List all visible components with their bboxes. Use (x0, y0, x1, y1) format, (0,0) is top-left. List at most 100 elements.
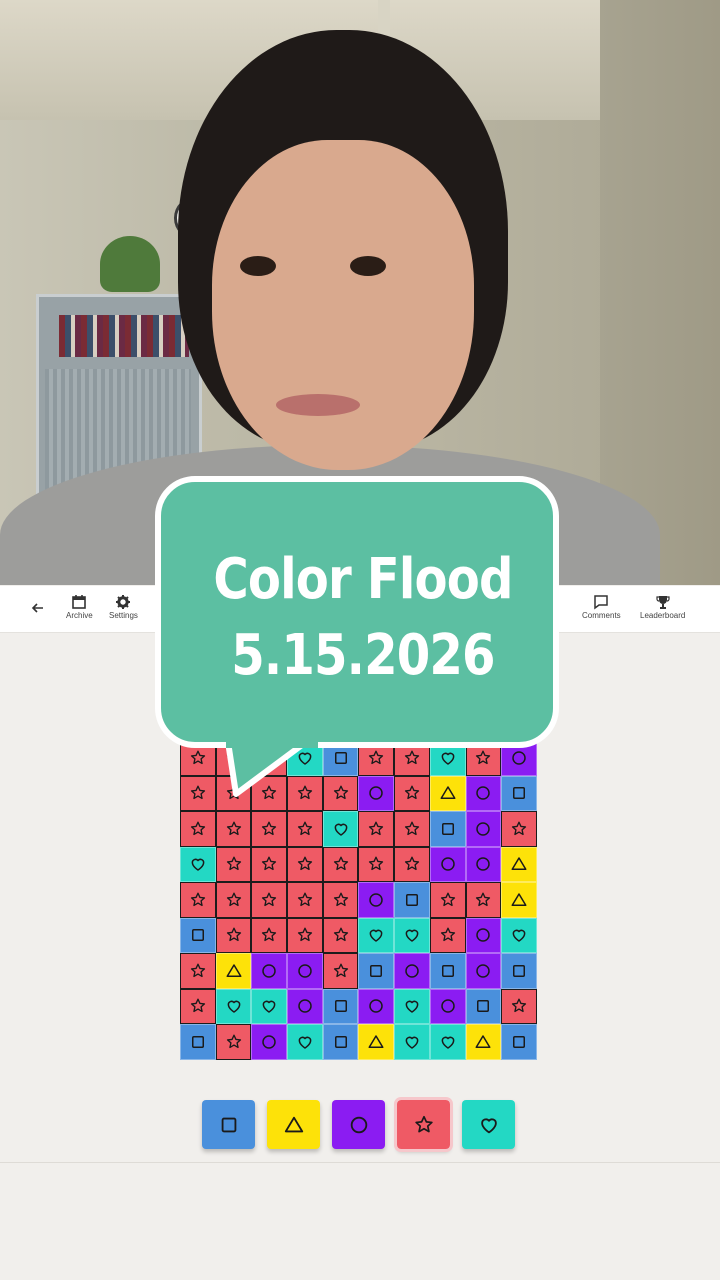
star-icon (262, 892, 277, 906)
palette-button-red[interactable] (394, 1097, 453, 1152)
gear-icon (116, 595, 131, 609)
star-icon (262, 821, 277, 835)
star-icon (511, 821, 527, 835)
game-title: Color Flood (213, 547, 513, 612)
board-cell-teal (358, 917, 395, 953)
circle-icon (350, 1116, 367, 1133)
board-cell-red (287, 882, 323, 918)
square-icon (405, 893, 418, 906)
archive-label: Archive (66, 611, 93, 620)
board-cell-red (322, 775, 359, 811)
board-cell-red (251, 917, 288, 953)
board-cell-red (180, 882, 216, 918)
board-row (180, 1024, 537, 1060)
board-cell-red (322, 917, 359, 953)
circle-icon (369, 893, 384, 907)
star-icon (333, 856, 348, 871)
board-cell-red (215, 811, 252, 847)
star-icon (297, 892, 313, 906)
triangle-icon (368, 1035, 384, 1048)
back-button[interactable] (30, 600, 46, 616)
board-cell-red (215, 846, 252, 882)
circle-icon (476, 928, 491, 942)
star-icon (190, 998, 205, 1013)
heart-icon (405, 1000, 419, 1013)
board-cell-blue (180, 1024, 216, 1060)
heart-icon (227, 1000, 240, 1013)
star-icon (404, 856, 420, 871)
heart-icon (262, 1000, 276, 1013)
heart-icon (405, 1036, 419, 1049)
star-icon (440, 927, 455, 942)
star-icon (190, 892, 205, 906)
comments-button[interactable]: Comments (582, 594, 621, 621)
square-icon (191, 1035, 204, 1048)
board-cell-red (394, 811, 430, 847)
board-cell-red (501, 811, 537, 847)
board-cell-red (251, 811, 288, 847)
board-cell-red (180, 811, 216, 847)
triangle-icon (475, 1035, 491, 1048)
star-icon (404, 821, 420, 835)
leaderboard-button[interactable]: Leaderboard (640, 594, 685, 621)
palette-button-yellow[interactable] (267, 1100, 320, 1149)
board-cell-purple (251, 1024, 288, 1060)
board-cell-blue (429, 811, 466, 847)
board-cell-teal (394, 917, 430, 953)
arrow-left-icon (31, 603, 43, 613)
star-icon (190, 785, 205, 800)
board-cell-purple (429, 846, 466, 882)
circle-icon (298, 964, 312, 978)
board-cell-teal (429, 1024, 466, 1060)
square-icon (513, 964, 526, 977)
comments-label: Comments (582, 611, 621, 620)
heart-icon (441, 1036, 455, 1049)
circle-icon (440, 857, 455, 871)
star-icon (190, 963, 205, 977)
board-cell-yellow (429, 775, 466, 811)
board-cell-red (180, 988, 216, 1024)
star-icon (369, 821, 384, 835)
board-cell-red (287, 846, 323, 882)
board-cell-red (501, 988, 537, 1024)
board-row (180, 882, 537, 918)
board-cell-yellow (501, 846, 537, 882)
calendar-icon (72, 595, 87, 609)
board-cell-purple (358, 988, 395, 1024)
board-cell-red (322, 953, 359, 989)
star-icon (226, 892, 241, 906)
game-date: 5.15.2026 (231, 623, 495, 688)
star-icon (404, 785, 420, 800)
palette-button-teal[interactable] (462, 1100, 515, 1149)
board-cell-red (215, 917, 252, 953)
board-cell-teal (215, 988, 252, 1024)
board-cell-purple (251, 953, 288, 989)
palette-button-blue[interactable] (202, 1100, 255, 1149)
heart-icon (191, 858, 205, 871)
archive-button[interactable]: Archive (66, 594, 93, 621)
board-cell-red (429, 917, 466, 953)
palette-button-purple[interactable] (332, 1100, 385, 1149)
square-icon (370, 964, 383, 977)
board-cell-red (287, 917, 323, 953)
star-icon (333, 785, 348, 800)
circle-icon (476, 822, 491, 836)
star-icon (226, 927, 241, 942)
board-cell-purple (394, 953, 430, 989)
settings-button[interactable]: Settings (109, 594, 138, 621)
square-icon (191, 929, 204, 942)
board-cell-red (394, 775, 430, 811)
square-icon (513, 787, 526, 800)
circle-icon (262, 1035, 276, 1049)
board-cell-red (251, 846, 288, 882)
title-speech-bubble: Color Flood 5.15.2026 (155, 476, 565, 754)
star-icon (226, 856, 241, 871)
triangle-icon (440, 786, 456, 800)
square-icon (334, 1000, 347, 1013)
board-cell-red (465, 882, 502, 918)
star-icon (369, 856, 384, 871)
board-cell-blue (180, 917, 216, 953)
board-cell-blue (429, 953, 466, 989)
star-icon (297, 856, 313, 871)
board-cell-teal (287, 1024, 323, 1060)
